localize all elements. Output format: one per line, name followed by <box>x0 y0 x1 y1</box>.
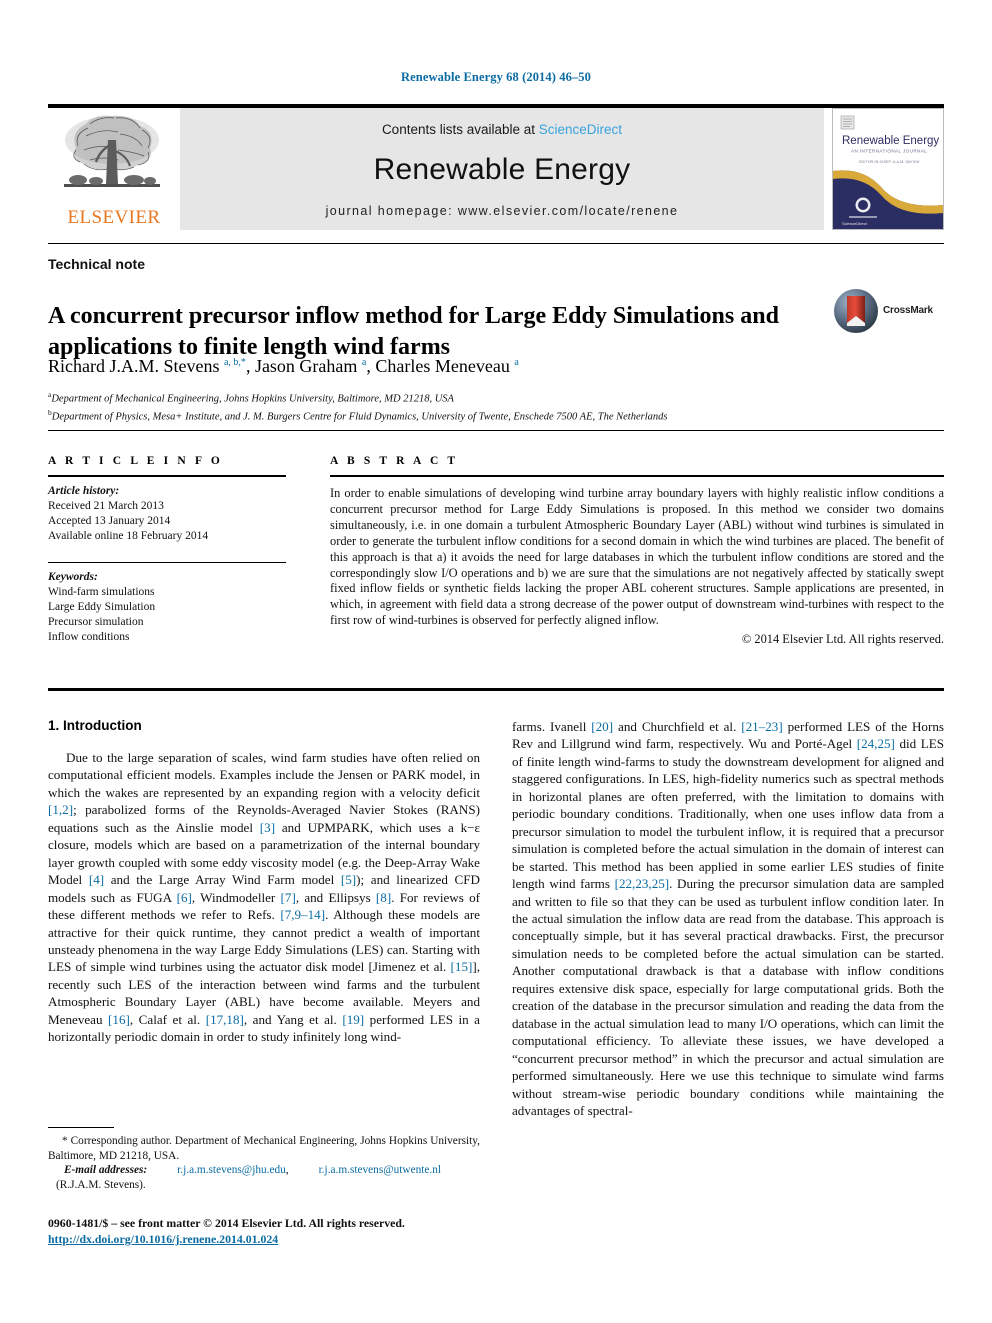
article-history-block: Article history: Received 21 March 2013 … <box>48 477 286 544</box>
journal-cover-art: Renewable Energy AN INTERNATIONAL JOURNA… <box>833 109 943 229</box>
info-top-rule <box>48 430 944 431</box>
title-separator-rule <box>48 243 944 244</box>
journal-masthead: ELSEVIER Contents lists available at Sci… <box>48 108 944 230</box>
crossmark-icon <box>834 289 878 333</box>
citation-ref[interactable]: [16] <box>108 1012 130 1027</box>
abstract-column: A B S T R A C T In order to enable simul… <box>330 455 944 648</box>
article-info-heading: A R T I C L E I N F O <box>48 455 223 467</box>
intro-paragraph-left: Due to the large separation of scales, w… <box>48 749 480 1046</box>
citation-ref[interactable]: [5] <box>341 872 356 887</box>
author-list: Richard J.A.M. Stevens a, b,*, Jason Gra… <box>48 356 519 376</box>
citation-ref[interactable]: [22,23,25] <box>615 876 670 891</box>
paragraph-text: , Calaf et al. <box>129 1011 206 1027</box>
paragraph-text: , Windmodeller <box>191 889 281 905</box>
keyword-item: Precursor simulation <box>48 616 144 628</box>
sciencedirect-link[interactable]: ScienceDirect <box>539 122 622 137</box>
footnote-block: * Corresponding author. Department of Me… <box>48 1134 480 1192</box>
info-bottom-rule <box>48 688 944 691</box>
email-attribution: (R.J.A.M. Stevens). <box>56 1178 146 1191</box>
abstract-heading: A B S T R A C T <box>330 455 459 467</box>
crossmark-badge[interactable]: CrossMark <box>833 288 938 340</box>
citation-ref[interactable]: [7] <box>281 890 296 905</box>
paragraph-text: , and Yang et al. <box>243 1011 343 1027</box>
affiliation-text-a: Department of Mechanical Engineering, Jo… <box>51 393 454 405</box>
citation-ref[interactable]: [6] <box>177 890 192 905</box>
history-item-accepted: Accepted 13 January 2014 <box>48 515 171 527</box>
keyword-item: Wind-farm simulations <box>48 586 155 598</box>
paragraph-text: did LES of finite length wind-farms to s… <box>512 736 945 892</box>
journal-band: Contents lists available at ScienceDirec… <box>180 108 824 230</box>
keyword-item: Large Eddy Simulation <box>48 601 156 613</box>
document-type-label: Technical note <box>48 256 145 272</box>
intro-paragraph-right: farms. Ivanell [20] and Churchfield et a… <box>512 718 944 1119</box>
elsevier-logo: ELSEVIER <box>48 108 180 230</box>
article-history-label: Article history: <box>48 485 120 497</box>
elsevier-wordmark: ELSEVIER <box>67 207 161 228</box>
citation-ref[interactable]: [3] <box>260 820 275 835</box>
journal-homepage[interactable]: journal homepage: www.elsevier.com/locat… <box>180 204 824 218</box>
citation-ref[interactable]: [15] <box>451 959 473 974</box>
section-heading-introduction: 1. Introduction <box>48 718 142 733</box>
abstract-text: In order to enable simulations of develo… <box>330 486 944 628</box>
svg-text:ScienceDirect: ScienceDirect <box>842 221 868 226</box>
body-column-left: 1. Introduction Due to the large separat… <box>48 718 480 1046</box>
body-column-right: farms. Ivanell [20] and Churchfield et a… <box>512 718 944 1119</box>
citation-ref[interactable]: [4] <box>89 872 104 887</box>
issn-front-matter-line: 0960-1481/$ – see front matter © 2014 El… <box>48 1216 405 1230</box>
svg-text:AN INTERNATIONAL JOURNAL: AN INTERNATIONAL JOURNAL <box>851 149 927 154</box>
running-head: Renewable Energy 68 (2014) 46–50 <box>401 70 591 84</box>
paper-page: Renewable Energy 68 (2014) 46–50 ELSEVIE… <box>0 0 992 1323</box>
svg-text:Renewable Energy: Renewable Energy <box>842 135 939 147</box>
journal-title: Renewable Energy <box>373 153 631 186</box>
citation-ref[interactable]: [8] <box>376 890 391 905</box>
email-addresses-label: E-mail addresses: <box>64 1164 148 1177</box>
history-item-received: Received 21 March 2013 <box>48 500 164 512</box>
paragraph-text: and Churchfield et al. <box>613 719 742 734</box>
paragraph-text: farms. Ivanell <box>512 719 592 734</box>
citation-ref[interactable]: [19] <box>342 1012 364 1027</box>
email-addresses-line: E-mail addresses: r.j.a.m.stevens@jhu.edu… <box>48 1163 480 1178</box>
citation-ref[interactable]: [1,2] <box>48 802 73 817</box>
crossmark-label: CrossMark <box>883 305 933 316</box>
paragraph-text: . During the precursor simulation data a… <box>512 876 944 1118</box>
doi-link[interactable]: http://dx.doi.org/10.1016/j.renene.2014.… <box>48 1232 278 1247</box>
keyword-item: Inflow conditions <box>48 631 130 643</box>
keywords-label: Keywords: <box>48 571 98 583</box>
journal-cover-thumbnail: Renewable Energy AN INTERNATIONAL JOURNA… <box>832 108 944 230</box>
paragraph-text: , and Ellipsys <box>295 889 376 905</box>
citation-ref[interactable]: [24,25] <box>857 736 895 751</box>
affiliation-b: bDepartment of Physics, Mesa+ Institute,… <box>48 406 667 424</box>
citation-ref[interactable]: [20] <box>591 719 613 734</box>
article-info-column: A R T I C L E I N F O Article history: R… <box>48 455 286 645</box>
svg-text:EDITOR-IN-CHIEF: A.A.M. SAYIGH: EDITOR-IN-CHIEF: A.A.M. SAYIGH <box>859 160 920 164</box>
footnote-rule <box>48 1127 114 1128</box>
email-link-jhu[interactable]: r.j.a.m.stevens@jhu.edu <box>177 1164 286 1176</box>
elsevier-tree-icon <box>64 115 160 187</box>
citation-ref[interactable]: [7,9–14] <box>280 907 325 922</box>
contents-available-line: Contents lists available at ScienceDirec… <box>180 122 824 137</box>
citation-ref[interactable]: [17,18] <box>206 1012 244 1027</box>
email-link-utwente[interactable]: r.j.a.m.stevens@utwente.nl <box>319 1164 441 1176</box>
history-item-online: Available online 18 February 2014 <box>48 530 209 542</box>
affiliation-list: aDepartment of Mechanical Engineering, J… <box>48 388 667 424</box>
email-separator: , <box>285 1164 289 1177</box>
abstract-copyright: © 2014 Elsevier Ltd. All rights reserved… <box>741 632 944 647</box>
affiliation-text-b: Department of Physics, Mesa+ Institute, … <box>51 411 668 423</box>
keywords-block: Keywords: Wind-farm simulations Large Ed… <box>48 563 286 645</box>
citation-ref[interactable]: [21–23] <box>741 719 782 734</box>
affiliation-a: aDepartment of Mechanical Engineering, J… <box>48 388 667 406</box>
paragraph-text: and the Large Array Wind Farm model <box>104 872 341 888</box>
page-title: A concurrent precursor inflow method for… <box>48 303 779 361</box>
contents-prefix: Contents lists available at <box>381 122 539 137</box>
corresponding-author-note: * Corresponding author. Department of Me… <box>48 1135 480 1162</box>
paragraph-text: Due to the large separation of scales, w… <box>48 750 480 800</box>
